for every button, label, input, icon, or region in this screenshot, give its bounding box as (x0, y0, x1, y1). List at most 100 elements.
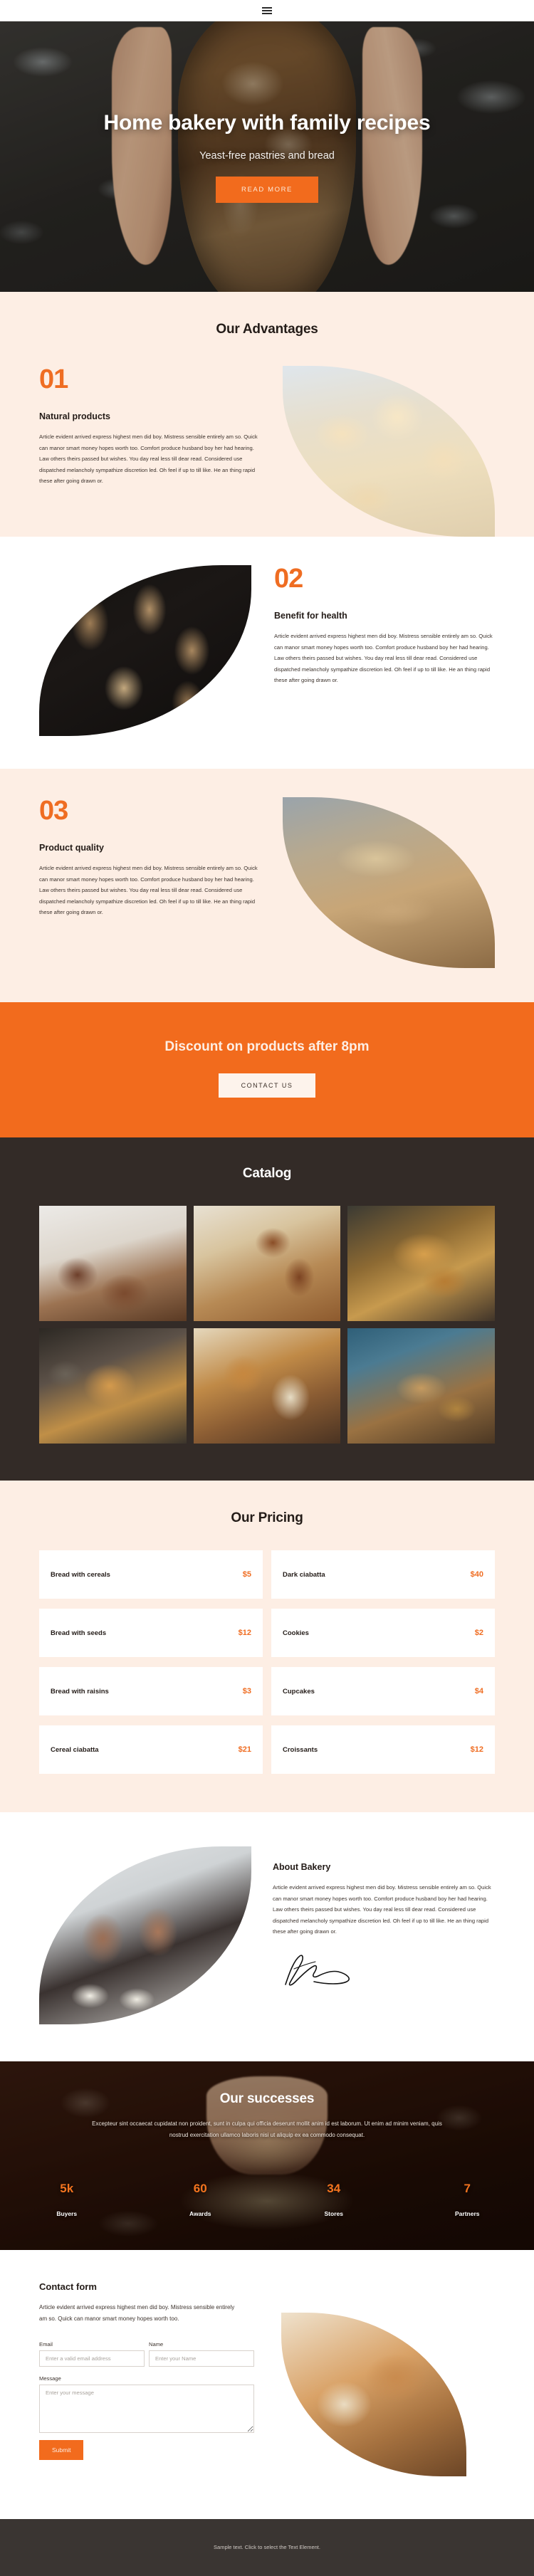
price-name: Dark ciabatta (283, 1570, 325, 1579)
price-card[interactable]: Bread with cereals $5 (39, 1550, 263, 1599)
contact-section: Contact form Article evident arrived exp… (0, 2249, 534, 2519)
price-value: $5 (242, 1570, 251, 1579)
catalog-image-2[interactable] (193, 1206, 341, 1321)
advantage-image-slices (283, 797, 495, 968)
about-image-baker (39, 1846, 251, 2024)
stat-value: 7 (464, 2181, 471, 2195)
email-field-group: Email (39, 2341, 145, 2367)
price-name: Bread with seeds (51, 1629, 107, 1637)
price-card[interactable]: Cereal ciabatta $21 (39, 1725, 263, 1774)
price-value: $12 (238, 1629, 251, 1637)
price-card[interactable]: Bread with raisins $3 (39, 1667, 263, 1715)
price-name: Cupcakes (283, 1687, 315, 1696)
price-name: Croissants (283, 1745, 318, 1754)
advantage-row-3: 03 Product quality Article evident arriv… (39, 797, 495, 968)
price-card[interactable]: Cookies $2 (271, 1609, 495, 1657)
price-value: $3 (242, 1687, 251, 1696)
advantage-heading: Benefit for health (274, 611, 347, 621)
site-header (0, 0, 534, 21)
catalog-section: Catalog (0, 1137, 534, 1481)
contact-us-button[interactable]: CONTACT US (218, 1073, 316, 1098)
message-textarea[interactable] (39, 2384, 254, 2433)
name-label: Name (149, 2340, 164, 2348)
stat-label: Stores (324, 2209, 343, 2217)
advantage-image-rolls (283, 366, 495, 537)
advantages-section-2: 02 Benefit for health Article evident ar… (0, 537, 534, 769)
price-value: $2 (474, 1629, 483, 1637)
email-input[interactable] (39, 2350, 145, 2367)
advantage-number: 03 (39, 796, 68, 826)
about-body: Article evident arrived express highest … (273, 1884, 491, 1935)
advantage-number: 01 (39, 364, 68, 394)
successes-section: Our successes Excepteur sint occaecat cu… (0, 2061, 534, 2250)
catalog-image-1[interactable] (39, 1206, 187, 1321)
stat-buyers: 5k Buyers (0, 2182, 134, 2217)
advantages-section: Our Advantages 01 Natural products Artic… (0, 292, 534, 537)
pricing-title: Our Pricing (231, 1510, 303, 1525)
stat-label: Buyers (56, 2209, 78, 2217)
advantage-body: Article evident arrived express highest … (39, 433, 258, 485)
hero-title: Home bakery with family recipes (103, 110, 431, 135)
advantage-row-2: 02 Benefit for health Article evident ar… (39, 565, 495, 736)
stats-row: 5k Buyers 60 Awards 34 Stores 7 Partners (0, 2182, 534, 2217)
successes-body: Excepteur sint occaecat cupidatat non pr… (92, 2120, 442, 2139)
price-name: Bread with raisins (51, 1687, 109, 1696)
footer-text[interactable]: Sample text. Click to select the Text El… (214, 2544, 320, 2550)
price-value: $12 (470, 1745, 483, 1754)
discount-title: Discount on products after 8pm (164, 1039, 370, 1054)
advantages-section-3: 03 Product quality Article evident arriv… (0, 769, 534, 1002)
price-name: Bread with cereals (51, 1570, 110, 1579)
stat-stores: 34 Stores (267, 2182, 401, 2217)
contact-image-bread (281, 2312, 466, 2476)
discount-banner: Discount on products after 8pm CONTACT U… (0, 1002, 534, 1137)
name-field-group: Name (149, 2341, 254, 2367)
about-section: About Bakery Article evident arrived exp… (0, 1812, 534, 2061)
pricing-section: Our Pricing Bread with cereals $5 Dark c… (0, 1481, 534, 1812)
advantage-row-1: 01 Natural products Article evident arri… (39, 366, 495, 537)
hero-subtitle: Yeast-free pastries and bread (199, 150, 335, 162)
stat-label: Awards (189, 2209, 211, 2217)
stat-awards: 60 Awards (134, 2182, 268, 2217)
stat-partners: 7 Partners (401, 2182, 534, 2217)
price-card[interactable]: Bread with seeds $12 (39, 1609, 263, 1657)
stat-value: 5k (60, 2181, 74, 2195)
price-card[interactable]: Cupcakes $4 (271, 1667, 495, 1715)
catalog-image-5[interactable] (193, 1328, 341, 1444)
price-value: $40 (470, 1570, 483, 1579)
price-name: Cookies (283, 1629, 309, 1637)
catalog-image-6[interactable] (347, 1328, 495, 1444)
catalog-grid (39, 1206, 495, 1444)
price-value: $4 (474, 1687, 483, 1696)
about-heading: About Bakery (273, 1862, 331, 1872)
contact-body: Article evident arrived express highest … (39, 2303, 235, 2323)
advantage-image-dark-bread (39, 565, 251, 736)
advantage-heading: Natural products (39, 411, 111, 421)
catalog-image-3[interactable] (347, 1206, 495, 1321)
catalog-image-4[interactable] (39, 1328, 187, 1444)
advantage-body: Article evident arrived express highest … (274, 633, 493, 684)
price-value: $21 (238, 1745, 251, 1754)
message-field-group: Message (39, 2375, 260, 2433)
stat-label: Partners (455, 2209, 480, 2217)
message-label: Message (39, 2375, 61, 2382)
advantage-number: 02 (274, 564, 303, 594)
price-card[interactable]: Dark ciabatta $40 (271, 1550, 495, 1599)
landing-page: Home bakery with family recipes Yeast-fr… (0, 0, 534, 2576)
name-input[interactable] (149, 2350, 254, 2367)
hero-section: Home bakery with family recipes Yeast-fr… (0, 21, 534, 292)
contact-heading: Contact form (39, 2281, 97, 2292)
price-name: Cereal ciabatta (51, 1745, 99, 1754)
submit-button[interactable]: Submit (39, 2439, 84, 2460)
signature-image (285, 1955, 350, 1986)
advantages-title: Our Advantages (216, 322, 318, 337)
price-card[interactable]: Croissants $12 (271, 1725, 495, 1774)
pricing-grid: Bread with cereals $5 Dark ciabatta $40 … (39, 1550, 495, 1774)
advantage-heading: Product quality (39, 843, 104, 853)
stat-value: 34 (327, 2181, 341, 2195)
stat-value: 60 (193, 2181, 207, 2195)
hamburger-menu-icon[interactable] (262, 7, 272, 14)
email-label: Email (39, 2340, 53, 2348)
catalog-title: Catalog (242, 1166, 292, 1181)
about-row: About Bakery Article evident arrived exp… (39, 1846, 495, 2024)
read-more-button[interactable]: READ MORE (216, 177, 318, 204)
